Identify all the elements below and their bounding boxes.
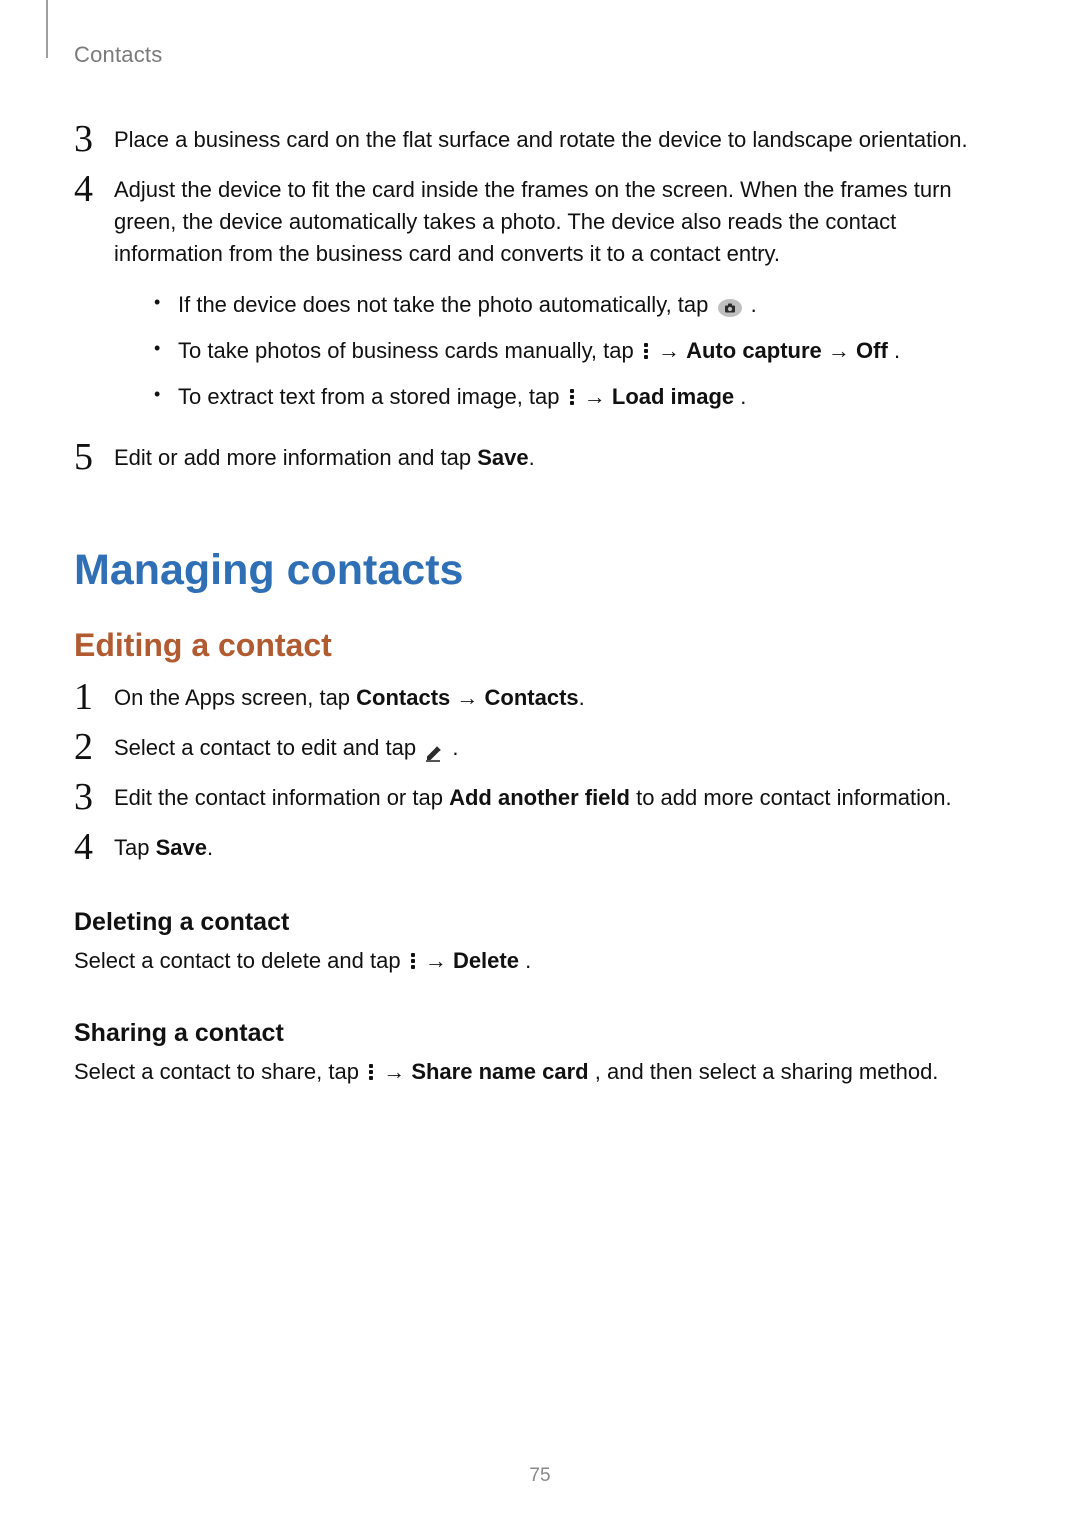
bullet-dot: • (154, 288, 178, 317)
camera-icon (717, 294, 743, 314)
text: To take photos of business cards manuall… (178, 338, 640, 363)
text: Edit the contact information or tap (114, 785, 449, 810)
step-text: Place a business card on the flat surfac… (114, 124, 1006, 156)
edit-step-1: 1 On the Apps screen, tap Contacts → Con… (74, 682, 1006, 716)
text: On the Apps screen, tap (114, 685, 356, 710)
step-4-text: Adjust the device to fit the card inside… (114, 177, 952, 266)
section-label: Contacts (74, 42, 1006, 68)
step-number: 4 (74, 170, 114, 208)
bold-text: Off (856, 338, 888, 363)
share-paragraph: Select a contact to share, tap → Share n… (74, 1056, 1006, 1088)
text: . (525, 948, 531, 973)
bold-text: Contacts (485, 685, 579, 710)
heading-managing-contacts: Managing contacts (74, 546, 1006, 595)
bold-text: Load image (612, 384, 734, 409)
text: If the device does not take the photo au… (178, 292, 715, 317)
bullet-dot: • (154, 380, 178, 409)
step-text: Tap Save. (114, 832, 1006, 864)
bullet-dot: • (154, 334, 178, 363)
steps-top: 3 Place a business card on the flat surf… (74, 124, 1006, 476)
bold-text: Share name card (411, 1059, 588, 1084)
arrow: → (584, 384, 612, 409)
text: . (579, 685, 585, 710)
bold-text: Save (477, 445, 528, 470)
step-number: 3 (74, 120, 114, 158)
text: Tap (114, 835, 156, 860)
heading-editing-contact: Editing a contact (74, 627, 1006, 664)
more-icon (367, 1062, 375, 1082)
more-icon (642, 341, 650, 361)
text: . (740, 384, 746, 409)
delete-paragraph: Select a contact to delete and tap → Del… (74, 945, 1006, 977)
bullet-load-image: • To extract text from a stored image, t… (154, 380, 1006, 414)
edit-step-3: 3 Edit the contact information or tap Ad… (74, 782, 1006, 816)
step-text: Adjust the device to fit the card inside… (114, 174, 1006, 426)
step-text: Select a contact to edit and tap . (114, 732, 1006, 764)
text: Edit or add more information and tap (114, 445, 477, 470)
more-icon (568, 387, 576, 407)
step-number: 2 (74, 728, 114, 766)
arrow: → (425, 948, 453, 973)
step-5: 5 Edit or add more information and tap S… (74, 442, 1006, 476)
text: , and then select a sharing method. (595, 1059, 939, 1084)
step-number: 1 (74, 678, 114, 716)
step-4-bullets: • If the device does not take the photo … (154, 288, 1006, 414)
heading-deleting-contact: Deleting a contact (74, 908, 1006, 937)
step-number: 5 (74, 438, 114, 476)
text: . (207, 835, 213, 860)
step-text: On the Apps screen, tap Contacts → Conta… (114, 682, 1006, 714)
bullet-manual: • To take photos of business cards manua… (154, 334, 1006, 368)
text: Select a contact to share, tap (74, 1059, 365, 1084)
edit-step-4: 4 Tap Save. (74, 832, 1006, 866)
step-number: 4 (74, 828, 114, 866)
bold-text: Auto capture (686, 338, 822, 363)
step-4: 4 Adjust the device to fit the card insi… (74, 174, 1006, 426)
text: To extract text from a stored image, tap (178, 384, 566, 409)
bullet-auto: • If the device does not take the photo … (154, 288, 1006, 322)
header-divider (46, 0, 48, 58)
text: . (751, 292, 757, 317)
arrow: → (450, 685, 484, 710)
arrow: → (658, 338, 686, 363)
arrow: → (828, 338, 856, 363)
more-icon (409, 951, 417, 971)
content: 3 Place a business card on the flat surf… (74, 124, 1006, 1088)
page: Contacts 3 Place a business card on the … (0, 0, 1080, 1527)
page-number: 75 (0, 1465, 1080, 1487)
step-text: Edit the contact information or tap Add … (114, 782, 1006, 814)
bullet-text: To extract text from a stored image, tap… (178, 380, 1006, 414)
text: . (894, 338, 900, 363)
text: to add more contact information. (630, 785, 952, 810)
text: . (529, 445, 535, 470)
arrow: → (383, 1059, 411, 1084)
bullet-text: To take photos of business cards manuall… (178, 334, 1006, 368)
step-number: 3 (74, 778, 114, 816)
bold-text: Contacts (356, 685, 450, 710)
step-text: Edit or add more information and tap Sav… (114, 442, 1006, 474)
text: Select a contact to delete and tap (74, 948, 407, 973)
bullet-text: If the device does not take the photo au… (178, 288, 1006, 322)
bold-text: Save (156, 835, 207, 860)
edit-step-2: 2 Select a contact to edit and tap . (74, 732, 1006, 766)
text: Select a contact to edit and tap (114, 735, 422, 760)
text: . (452, 735, 458, 760)
bold-text: Delete (453, 948, 519, 973)
heading-sharing-contact: Sharing a contact (74, 1019, 1006, 1048)
bold-text: Add another field (449, 785, 630, 810)
step-3: 3 Place a business card on the flat surf… (74, 124, 1006, 158)
pencil-icon (424, 740, 444, 760)
editing-steps: 1 On the Apps screen, tap Contacts → Con… (74, 682, 1006, 866)
